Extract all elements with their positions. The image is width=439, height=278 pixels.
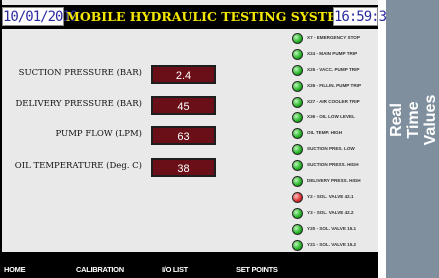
param-row-delivery-pressure: DELIVERY PRESSURE (BAR) 45 (2, 96, 292, 116)
param-row-suction-pressure: SUCTION PRESSURE (BAR) 2.4 (2, 65, 292, 85)
alarm-label: SUCTION PRESS. HIGH (307, 162, 359, 168)
alarm-list: X7 - EMERGENCY STOP X24 - MAIN PUMP TRIP X… (290, 31, 378, 269)
time-display: 16:59:33 (333, 7, 394, 26)
alarm-item: X24 - MAIN PUMP TRIP (290, 47, 378, 63)
param-value: 38 (151, 158, 216, 177)
status-led-icon (292, 223, 303, 235)
alarm-label: SUCTION PRES. LOW (307, 146, 355, 152)
alarm-item: SUCTION PRESS. HIGH (290, 158, 378, 174)
status-led-icon (292, 112, 303, 124)
alarm-label: Y21 - SOL. VALVE 15.2 (307, 241, 357, 247)
alarm-item: Y20 - SOL. VALVE 15.1 (290, 222, 378, 238)
param-label: SUCTION PRESSURE (BAR) (18, 68, 142, 78)
status-led-icon (292, 96, 303, 108)
alarm-item: X25 - VACC. PUMP TRIP (290, 63, 378, 79)
nav-bar: HOME CALIBRATION I/O LIST SET POINTS (0, 252, 378, 278)
alarm-item: X7 - EMERGENCY STOP (290, 31, 378, 47)
alarm-item: X36 - OIL LOW LEVEL (290, 110, 378, 126)
alarm-item: Y2 - SOL. VALVE 42.1 (290, 190, 378, 206)
home-button[interactable]: HOME (4, 263, 26, 276)
status-led-icon (292, 191, 303, 203)
status-led-icon (292, 239, 303, 251)
param-value: 63 (151, 126, 216, 145)
alarm-label: X25 - VACC. PUMP TRIP (307, 66, 360, 72)
alarm-item: Y3 - SOL. VALVE 42.2 (290, 206, 378, 222)
calibration-button[interactable]: CALIBRATION (76, 263, 124, 276)
alarm-item: X27 - AIR COOLER TRIP (290, 95, 378, 111)
alarm-label: Y2 - SOL. VALVE 42.1 (307, 193, 354, 199)
alarm-item: SUCTION PRES. LOW (290, 142, 378, 158)
alarm-label: OIL TEMP. HIGH (307, 130, 343, 136)
alarm-label: X24 - MAIN PUMP TRIP (307, 50, 358, 56)
param-row-oil-temperature: OIL TEMPERATURE (Deg. C) 38 (2, 158, 292, 178)
alarm-label: Y20 - SOL. VALVE 15.1 (307, 225, 357, 231)
status-led-icon (292, 33, 303, 44)
status-led-icon (292, 48, 303, 60)
alarm-label: X26 - FILLIN. PUMP TRIP (307, 82, 362, 88)
side-label: Real Time Values (388, 94, 439, 146)
param-label: DELIVERY PRESSURE (BAR) (15, 99, 142, 109)
status-led-icon (292, 160, 303, 172)
side-panel: Real Time Values (386, 0, 439, 278)
alarm-label: X36 - OIL LOW LEVEL (307, 114, 355, 120)
main-panel: 10/01/2019 MOBILE HYDRAULIC TESTING SYST… (2, 0, 394, 267)
alarm-label: X7 - EMERGENCY STOP (307, 35, 360, 40)
param-label: OIL TEMPERATURE (Deg. C) (14, 161, 142, 171)
set-points-button[interactable]: SET POINTS (236, 263, 278, 276)
param-label: PUMP FLOW (LPM) (55, 129, 142, 139)
date-display: 10/01/2019 (2, 7, 78, 26)
alarm-label: DELIVERY PRESS. HIGH (307, 178, 361, 184)
status-led-icon (292, 207, 303, 219)
status-led-icon (292, 64, 303, 76)
alarm-item: X26 - FILLIN. PUMP TRIP (290, 79, 378, 95)
alarm-item: OIL TEMP. HIGH (290, 126, 378, 142)
param-value: 2.4 (151, 65, 216, 84)
param-value: 45 (151, 96, 216, 115)
status-led-icon (292, 176, 303, 188)
page-title: MOBILE HYDRAULIC TESTING SYSTEM (66, 9, 351, 24)
status-led-icon (292, 144, 303, 156)
alarm-label: X27 - AIR COOLER TRIP (307, 98, 360, 104)
param-row-pump-flow: PUMP FLOW (LPM) 63 (2, 126, 292, 146)
status-led-icon (292, 80, 303, 92)
alarm-item: DELIVERY PRESS. HIGH (290, 174, 378, 190)
io-list-button[interactable]: I/O LIST (162, 263, 188, 276)
title-bar: 10/01/2019 MOBILE HYDRAULIC TESTING SYST… (2, 5, 394, 29)
alarm-label: Y3 - SOL. VALVE 42.2 (307, 209, 354, 215)
status-led-icon (292, 128, 303, 140)
hmi-screen: 10/01/2019 MOBILE HYDRAULIC TESTING SYST… (0, 0, 394, 278)
